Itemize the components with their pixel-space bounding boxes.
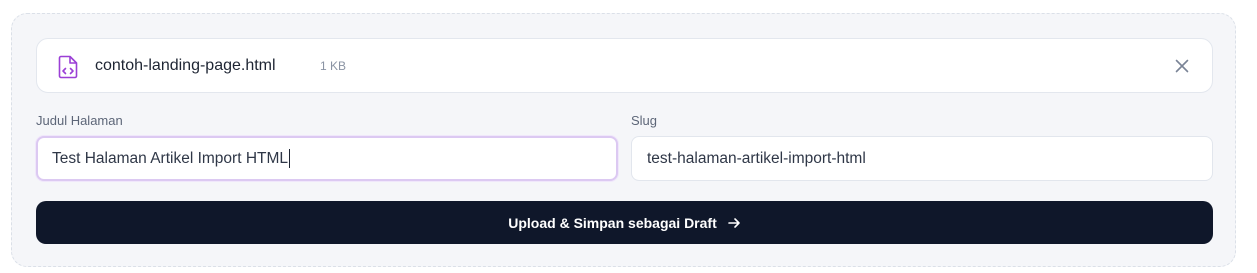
close-icon[interactable]: [1172, 56, 1192, 76]
submit-button-label: Upload & Simpan sebagai Draft: [508, 214, 717, 231]
file-code-icon: [58, 55, 78, 79]
slug-label: Slug: [631, 113, 658, 128]
arrow-right-icon: [727, 217, 740, 228]
slug-input-value: test-halaman-artikel-import-html: [647, 150, 866, 167]
upload-save-draft-button[interactable]: Upload & Simpan sebagai Draft: [36, 201, 1213, 244]
title-label: Judul Halaman: [36, 113, 123, 128]
text-cursor: [289, 149, 291, 169]
file-size: 1 KB: [320, 59, 347, 73]
title-input-value: Test Halaman Artikel Import HTML: [52, 150, 289, 167]
slug-input[interactable]: test-halaman-artikel-import-html: [631, 136, 1213, 181]
file-name: contoh-landing-page.html: [95, 57, 276, 74]
selected-file-card: contoh-landing-page.html 1 KB: [36, 38, 1213, 93]
title-input[interactable]: Test Halaman Artikel Import HTML: [36, 136, 618, 181]
